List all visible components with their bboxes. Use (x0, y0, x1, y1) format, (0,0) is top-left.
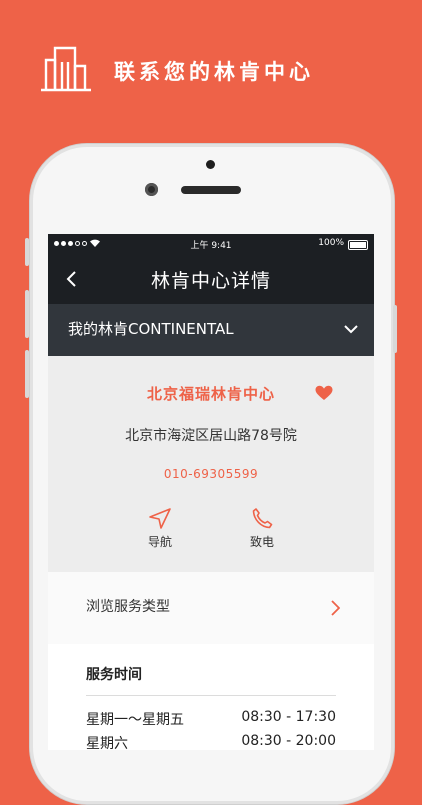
battery-percent: 100% (318, 238, 344, 248)
chevron-down-icon (344, 325, 358, 334)
page-title: 林肯中心详情 (150, 270, 271, 292)
service-hours-title: 服务时间 (86, 667, 142, 683)
phone-side-button (25, 238, 29, 266)
hours-day: 星期六 (86, 736, 128, 750)
promo-banner: 联系您的林肯中心 (0, 0, 422, 140)
dealer-phone[interactable]: 010-69305599 (48, 467, 374, 481)
nav-bar: 林肯中心详情 (48, 254, 374, 304)
hours-time: 08:30 - 17:30 (241, 709, 336, 725)
banner-title: 联系您的林肯中心 (114, 60, 314, 84)
phone-power-button (393, 305, 397, 353)
phone-volume-up (25, 290, 29, 338)
heart-icon[interactable] (315, 385, 333, 401)
navigate-button[interactable]: 导航 (130, 507, 190, 550)
proximity-sensor (206, 160, 215, 169)
navigation-arrow-icon (149, 508, 171, 529)
chevron-right-icon (331, 600, 340, 616)
app-screen: 上午 9:41 100% 林肯中心详情 我的林肯CONTINENTAL 北京福瑞… (48, 234, 374, 750)
phone-volume-down (25, 350, 29, 398)
dealer-card: 北京福瑞林肯中心 北京市海淀区居山路78号院 010-69305599 导航 致… (48, 356, 374, 572)
navigate-label: 导航 (147, 535, 172, 549)
earpiece-speaker (181, 186, 241, 194)
service-types-label: 浏览服务类型 (86, 599, 170, 615)
divider (86, 695, 336, 696)
hours-day: 星期一～星期五 (86, 712, 184, 728)
front-camera (145, 183, 158, 196)
call-button[interactable]: 致电 (232, 507, 292, 550)
brand-selector-label: 我的林肯CONTINENTAL (68, 320, 234, 338)
call-label: 致电 (249, 535, 274, 549)
phone-icon (252, 508, 273, 529)
service-types-row[interactable]: 浏览服务类型 (48, 572, 374, 644)
battery-icon (348, 240, 368, 250)
hours-time: 08:30 - 20:00 (241, 733, 336, 749)
dealer-address: 北京市海淀区居山路78号院 (125, 428, 297, 444)
brand-selector[interactable]: 我的林肯CONTINENTAL (48, 304, 374, 356)
building-icon (41, 46, 91, 92)
status-bar: 上午 9:41 100% (48, 234, 374, 254)
